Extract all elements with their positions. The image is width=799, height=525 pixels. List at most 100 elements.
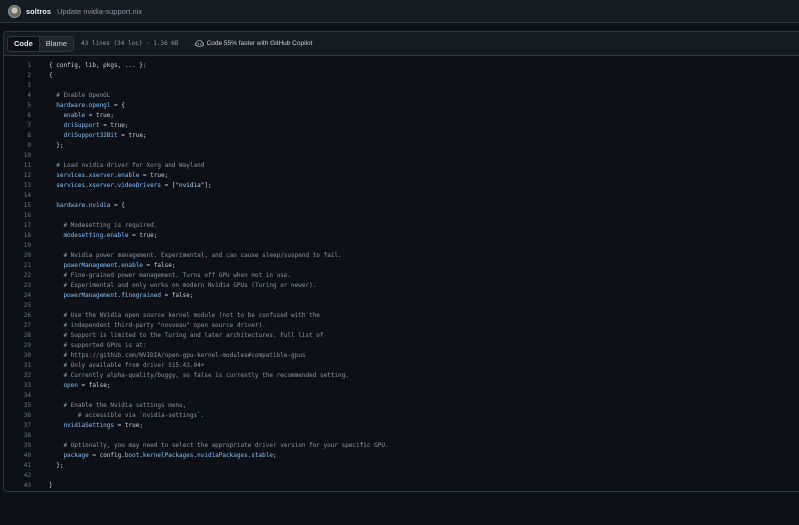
code-line: 14 bbox=[4, 191, 504, 201]
avatar[interactable] bbox=[8, 4, 21, 18]
line-number[interactable]: 14 bbox=[4, 191, 31, 201]
code-token: ; bbox=[272, 452, 277, 459]
code-token: = { bbox=[110, 102, 125, 109]
line-number[interactable]: 11 bbox=[4, 161, 31, 171]
code-token: = true; bbox=[117, 132, 147, 139]
code-line: 23 # Experimental and only works on mode… bbox=[4, 281, 504, 291]
line-content: # supported GPUs is at: bbox=[31, 341, 147, 351]
line-number[interactable]: 12 bbox=[4, 171, 31, 181]
line-content: # Load nvidia driver for Xorg and Waylan… bbox=[31, 161, 204, 171]
line-number[interactable]: 13 bbox=[4, 181, 31, 191]
code-line: 38 bbox=[4, 431, 504, 441]
code-line: 1 { config, lib, pkgs, ... }: bbox=[4, 61, 504, 71]
code-token: # Support is limited to the Turing and l… bbox=[49, 332, 324, 339]
line-number[interactable]: 22 bbox=[4, 271, 31, 281]
code-token: nvidiaSettings bbox=[49, 422, 115, 429]
line-number[interactable]: 43 bbox=[4, 481, 31, 491]
code-line: 39 # Optionally, you may need to select … bbox=[4, 441, 504, 451]
line-number[interactable]: 21 bbox=[4, 261, 31, 271]
line-number[interactable]: 15 bbox=[4, 201, 31, 211]
code-line: 28 # Support is limited to the Turing an… bbox=[4, 331, 504, 341]
code-body[interactable]: 1{ config, lib, pkgs, ... }: 2 {3 4 # Enabl… bbox=[4, 61, 504, 491]
code-token: package bbox=[49, 452, 89, 459]
line-number[interactable]: 41 bbox=[4, 461, 31, 471]
code-line: 43} bbox=[4, 481, 504, 491]
commit-author[interactable]: soltros bbox=[26, 7, 51, 16]
code-token: = { bbox=[110, 202, 125, 209]
code-line: 35 # Enable the Nvidia settings menu, bbox=[4, 401, 504, 411]
line-number[interactable]: 3 bbox=[4, 81, 31, 91]
code-line: 9 }; bbox=[4, 141, 504, 151]
line-number[interactable]: 33 bbox=[4, 381, 31, 391]
line-number[interactable]: 19 bbox=[4, 241, 31, 251]
line-number[interactable]: 1 bbox=[4, 61, 31, 71]
line-number[interactable]: 2 bbox=[4, 71, 31, 81]
code-token: = false; bbox=[77, 382, 111, 389]
line-number[interactable]: 42 bbox=[4, 471, 31, 481]
line-content: # Nvidia power management. Experimental,… bbox=[31, 251, 341, 261]
code-line: 26 # Use the NVidia open source kernel m… bbox=[4, 311, 504, 321]
file-info: 43 lines (34 loc) · 1.36 KB bbox=[81, 40, 179, 47]
line-number[interactable]: 31 bbox=[4, 361, 31, 371]
line-number[interactable]: 17 bbox=[4, 221, 31, 231]
blame-tab[interactable]: Blame bbox=[39, 36, 74, 51]
line-number[interactable]: 32 bbox=[4, 371, 31, 381]
line-number[interactable]: 4 bbox=[4, 91, 31, 101]
line-content: # https://github.com/NVIDIA/open-gpu-ker… bbox=[31, 351, 305, 361]
line-content: package = config.boot.kernelPackages.nvi… bbox=[31, 451, 277, 461]
line-number[interactable]: 36 bbox=[4, 411, 31, 421]
line-number[interactable]: 5 bbox=[4, 101, 31, 111]
code-line: 31 # Only available from driver 515.43.0… bbox=[4, 361, 504, 371]
line-content bbox=[31, 431, 49, 441]
code-line: 42 bbox=[4, 471, 504, 481]
line-number[interactable]: 25 bbox=[4, 301, 31, 311]
line-number[interactable]: 29 bbox=[4, 341, 31, 351]
line-number[interactable]: 20 bbox=[4, 251, 31, 261]
code-line: 33 open = false; bbox=[4, 381, 504, 391]
code-token: # accessible via `nvidia-settings`. bbox=[49, 412, 205, 419]
copilot-promo[interactable]: Code 55% faster with GitHub Copilot bbox=[194, 40, 312, 47]
code-line: 25 bbox=[4, 301, 504, 311]
line-content bbox=[31, 191, 49, 201]
line-number[interactable]: 30 bbox=[4, 351, 31, 361]
line-number[interactable]: 16 bbox=[4, 211, 31, 221]
line-number[interactable]: 23 bbox=[4, 281, 31, 291]
line-content: # Modesetting is required. bbox=[31, 221, 157, 231]
line-number[interactable]: 27 bbox=[4, 321, 31, 331]
line-content bbox=[31, 391, 49, 401]
commit-message[interactable]: Update nvidia-support.nix bbox=[57, 7, 142, 16]
code-token: powerManagement.finegrained bbox=[49, 292, 161, 299]
line-number[interactable]: 28 bbox=[4, 331, 31, 341]
line-content: # accessible via `nvidia-settings`. bbox=[31, 411, 204, 421]
line-content bbox=[31, 211, 49, 221]
line-number[interactable]: 35 bbox=[4, 401, 31, 411]
code-line: 29 # supported GPUs is at: bbox=[4, 341, 504, 351]
line-number[interactable]: 18 bbox=[4, 231, 31, 241]
line-number[interactable]: 24 bbox=[4, 291, 31, 301]
line-number[interactable]: 37 bbox=[4, 421, 31, 431]
line-content: # Fine-grained power management. Turns o… bbox=[31, 271, 291, 281]
file-viewer: Code Blame 43 lines (34 loc) · 1.36 KB C… bbox=[3, 31, 799, 492]
line-number[interactable]: 8 bbox=[4, 131, 31, 141]
code-token: # Fine-grained power management. Turns o… bbox=[49, 272, 292, 279]
line-number[interactable]: 7 bbox=[4, 121, 31, 131]
line-number[interactable]: 9 bbox=[4, 141, 31, 151]
line-number[interactable]: 6 bbox=[4, 111, 31, 121]
code-token: { bbox=[49, 72, 53, 79]
line-number[interactable]: 38 bbox=[4, 431, 31, 441]
line-number[interactable]: 26 bbox=[4, 311, 31, 321]
code-token: # supported GPUs is at: bbox=[49, 342, 147, 349]
code-token: # Only available from driver 515.43.04+ bbox=[49, 362, 205, 369]
line-number[interactable]: 39 bbox=[4, 441, 31, 451]
line-content: { config, lib, pkgs, ... }: bbox=[31, 61, 147, 71]
code-token: = false; bbox=[160, 292, 194, 299]
code-token: # Enable OpenGL bbox=[49, 92, 111, 99]
code-token: # independent third-party "nouveau" open… bbox=[49, 322, 266, 329]
line-number[interactable]: 40 bbox=[4, 451, 31, 461]
line-content: hardware.nvidia = { bbox=[31, 201, 125, 211]
line-number[interactable]: 34 bbox=[4, 391, 31, 401]
code-tab[interactable]: Code bbox=[8, 36, 40, 51]
code-line: 22 # Fine-grained power management. Turn… bbox=[4, 271, 504, 281]
line-number[interactable]: 10 bbox=[4, 151, 31, 161]
line-content: nvidiaSettings = true; bbox=[31, 421, 143, 431]
